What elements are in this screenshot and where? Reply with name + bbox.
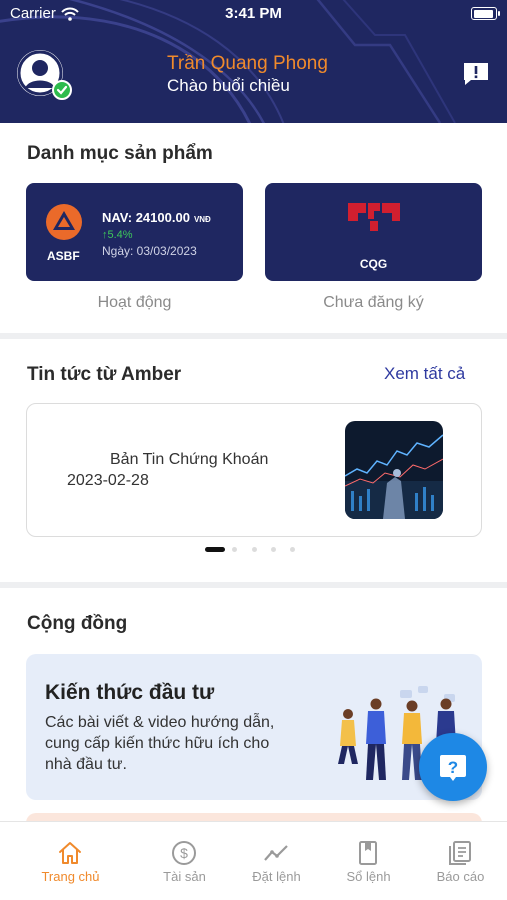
nav-change: ↑5.4% bbox=[102, 229, 133, 241]
product-status: Hoạt động bbox=[97, 294, 172, 311]
book-icon bbox=[359, 841, 377, 865]
product-card-cqg[interactable]: CQG bbox=[265, 183, 482, 281]
bottom-navigation: Trang chủ $ Tài sản Đặt lệnh Sổ lệnh Báo… bbox=[0, 821, 507, 900]
nav-home[interactable]: Trang chủ bbox=[20, 822, 121, 900]
product-name: ASBF bbox=[47, 249, 80, 263]
news-card[interactable]: Bản Tin Chứng Khoán 2023-02-28 bbox=[26, 403, 482, 537]
nav-label: Tài sản bbox=[163, 869, 206, 884]
asbf-logo bbox=[46, 204, 82, 240]
carousel-dot[interactable] bbox=[271, 547, 276, 552]
nav-label: Đặt lệnh bbox=[252, 869, 301, 884]
cqg-logo bbox=[348, 203, 400, 231]
news-section-title: Tin tức từ Amber bbox=[27, 364, 182, 385]
nav-label: Trang chủ bbox=[41, 869, 100, 884]
nav-label: Báo cáo bbox=[436, 869, 485, 884]
chart-line-icon bbox=[264, 845, 288, 861]
svg-text:$: $ bbox=[180, 845, 188, 861]
community-card-description: Các bài viết & video hướng dẫn, cung cấp… bbox=[45, 714, 275, 773]
section-divider bbox=[0, 333, 507, 339]
check-badge-icon bbox=[52, 80, 72, 100]
community-card-title: Kiến thức đầu tư bbox=[45, 681, 215, 704]
products-section-title: Danh mục sản phẩm bbox=[27, 143, 213, 164]
carousel-dot[interactable] bbox=[290, 547, 295, 552]
svg-text:?: ? bbox=[448, 758, 458, 777]
nav-place-order[interactable]: Đặt lệnh bbox=[226, 822, 327, 900]
community-section-title: Cộng đồng bbox=[27, 613, 128, 634]
nav-date: Ngày: 03/03/2023 bbox=[102, 244, 197, 258]
nav-reports[interactable]: Báo cáo bbox=[410, 822, 507, 900]
community-card[interactable]: Kiến thức đầu tư Các bài viết & video hư… bbox=[26, 654, 482, 800]
nav-unit: VNĐ bbox=[193, 215, 211, 224]
product-name: CQG bbox=[359, 257, 388, 271]
status-time: 3:41 PM bbox=[225, 5, 282, 22]
battery-icon bbox=[471, 7, 500, 20]
product-status: Chưa đăng ký bbox=[323, 294, 424, 311]
report-icon bbox=[449, 841, 471, 865]
help-button[interactable]: ? bbox=[419, 733, 487, 801]
carousel-dot[interactable] bbox=[205, 547, 225, 552]
greeting-text: Chào buổi chiều bbox=[167, 76, 290, 95]
carousel-dot[interactable] bbox=[252, 547, 257, 552]
carousel-indicator bbox=[0, 547, 507, 553]
product-card-asbf[interactable]: ASBF NAV: 24100.00 VNĐ ↑5.4% Ngày: 03/03/… bbox=[26, 183, 243, 281]
see-all-link[interactable]: Xem tất cả bbox=[384, 364, 465, 384]
nav-assets[interactable]: $ Tài sản bbox=[134, 822, 235, 900]
home-icon bbox=[59, 842, 81, 864]
news-thumbnail bbox=[345, 421, 443, 519]
help-question-icon: ? bbox=[440, 755, 466, 781]
nav-label: Sổ lệnh bbox=[346, 869, 391, 884]
news-title: Bản Tin Chứng Khoán bbox=[110, 451, 269, 468]
dollar-circle-icon: $ bbox=[172, 841, 196, 865]
user-name: Trần Quang Phong bbox=[167, 53, 328, 74]
alert-message-icon[interactable] bbox=[462, 61, 490, 87]
status-bar: Carrier 3:41 PM bbox=[0, 5, 507, 25]
carousel-dot[interactable] bbox=[232, 547, 237, 552]
nav-order-book[interactable]: Sổ lệnh bbox=[318, 822, 419, 900]
app-header: Carrier 3:41 PM Trần Quang Phong Chào bu… bbox=[0, 0, 507, 123]
news-date: 2023-02-28 bbox=[67, 472, 149, 489]
section-divider bbox=[0, 582, 507, 588]
nav-value: NAV: 24100.00 VNĐ bbox=[102, 210, 211, 225]
